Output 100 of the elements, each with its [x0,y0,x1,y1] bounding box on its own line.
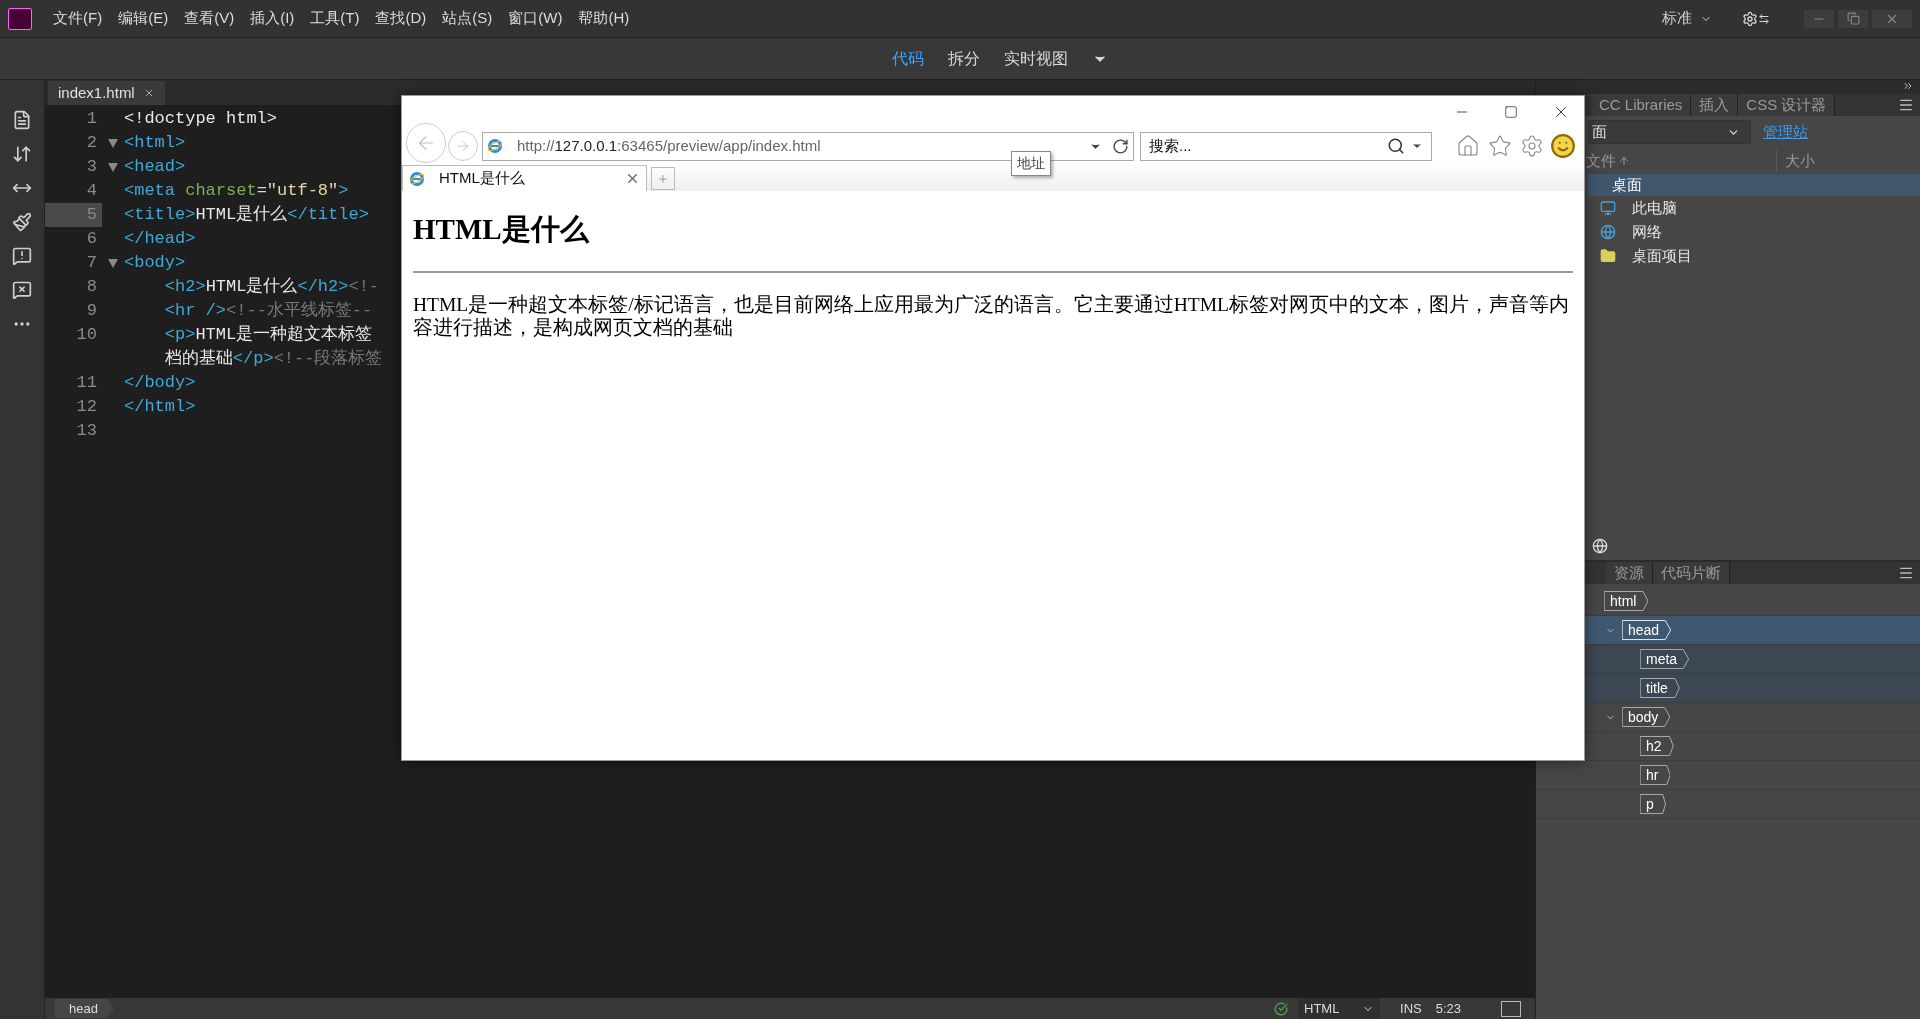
panel-tab[interactable]: CSS 设计器 [1738,94,1836,116]
line-number: 12 [76,396,97,419]
sync-settings-icon[interactable] [1742,10,1770,27]
search-icon[interactable] [1387,137,1405,155]
page-paragraph: HTML是一种超文本标签/标记语言，也是目前网络上应用最为广泛的语言。它主要通过HTML标签对网页中的文本，图片，声音等内容进行描述，是构成网页文档的基础 [413,293,1570,339]
menu-item[interactable]: 查找(D) [368,7,434,30]
tag-label[interactable]: p [1640,794,1666,814]
fold-arrow-icon[interactable] [108,138,118,148]
menu-item[interactable]: 插入(I) [243,7,302,30]
view-tab[interactable]: 拆分 [948,46,980,71]
file-icon[interactable] [12,110,32,130]
file-tree-item[interactable]: 桌面项目 [1632,244,1692,268]
menu-item[interactable]: 站点(S) [435,7,500,30]
tag-label[interactable]: meta [1640,649,1690,669]
code-line: </head> [124,228,196,251]
network-icon [1600,224,1616,240]
brush-icon[interactable] [12,212,32,232]
panel-tab[interactable]: 代码片断 [1653,562,1730,584]
view-tab[interactable]: 实时视图 [1004,46,1068,71]
refresh-icon[interactable] [1112,137,1129,155]
comment-icon[interactable] [12,246,32,266]
collapse-icon[interactable] [1902,80,1914,92]
sort-ascending-icon [1618,155,1630,167]
line-number: 10 [76,324,97,347]
menu-item[interactable]: 文件(F) [46,7,110,30]
sort-arrows-icon[interactable] [12,144,32,164]
document-tab[interactable]: index1.html [48,81,165,105]
close-icon[interactable] [625,171,640,186]
folder-icon [1600,248,1616,264]
language-dropdown[interactable]: HTML [1298,998,1380,1019]
breadcrumb-tag[interactable]: head [55,999,114,1018]
line-number: 2 [86,132,97,155]
code-line: <p>HTML是一种超文本标签 [163,324,373,347]
code-line: <head> [124,156,186,179]
browser-tab[interactable]: HTML是什么 [402,165,647,191]
line-number: 5 [86,204,97,227]
home-icon[interactable] [1456,134,1480,158]
cursor-position: 5:23 [1435,999,1461,1018]
tag-label[interactable]: html [1604,591,1649,611]
workspace-dropdown[interactable]: 标准 [1662,7,1712,30]
line-number: 7 [86,252,97,275]
check-icon [1274,1001,1288,1016]
code-line: <!doctype html> [124,108,278,131]
settings-icon[interactable] [1520,134,1544,158]
browser-logo-icon [409,170,425,187]
smiley-icon[interactable] [1550,133,1576,159]
fold-arrow-icon[interactable] [108,258,118,268]
view-tab[interactable]: 代码 [892,46,924,71]
code-line: <title>HTML是什么</title> [124,204,369,227]
panel-tab[interactable]: CC Libraries [1591,94,1692,116]
code-line: </body> [124,372,196,395]
code-line: <body> [124,252,186,275]
line-number: 1 [86,108,97,131]
tag-label[interactable]: body [1622,707,1671,727]
code-line: <meta charset="utf-8"> [124,180,349,203]
tag-label[interactable]: hr [1640,765,1671,785]
line-number: 6 [86,228,97,251]
tag-label[interactable]: h2 [1640,736,1674,756]
browser-logo-icon [487,138,503,154]
code-line: <hr /><!--水平线标签-- [163,300,373,323]
panel-tab[interactable]: 资源 [1606,562,1653,584]
menu-item[interactable]: 编辑(E) [111,7,176,30]
remove-comment-icon[interactable] [12,280,32,300]
tag-label[interactable]: title [1640,678,1680,698]
line-number: 3 [86,156,97,179]
file-tree-item[interactable]: 网络 [1632,220,1662,244]
computer-icon [1600,200,1616,216]
panel-tab[interactable]: 插入 [1691,94,1739,116]
code-line: </html> [124,396,196,419]
line-number: 8 [86,276,97,299]
insert-mode: INS [1400,999,1422,1018]
menu-item[interactable]: 查看(V) [177,7,242,30]
menu-item[interactable]: 帮助(H) [571,7,637,30]
restore-icon[interactable] [1838,9,1868,28]
line-number: 11 [76,372,97,395]
line-number: 13 [76,420,97,443]
tag-label[interactable]: head [1622,620,1672,640]
maximize-icon[interactable] [1504,105,1518,119]
plus-icon [657,172,669,185]
panel-menu-icon[interactable] [1898,97,1914,113]
fold-arrow-icon[interactable] [108,162,118,172]
panel-menu-icon[interactable] [1898,565,1914,581]
file-tree-item[interactable]: 此电脑 [1632,196,1677,220]
app-logo-icon [8,7,32,30]
line-number: 9 [86,300,97,323]
code-line: <h2>HTML是什么</h2><!- [163,276,380,299]
globe-icon[interactable] [1592,538,1608,554]
search-field[interactable]: 搜索... [1140,131,1432,161]
code-line: 档的基础</p><!--段落标签 [163,348,383,371]
code-line: <html> [124,132,186,155]
file-tree-item[interactable]: 桌面 [1588,174,1920,196]
menu-item[interactable]: 工具(T) [303,7,367,30]
menu-item[interactable]: 窗口(W) [501,7,570,30]
preview-icon[interactable] [1501,1000,1521,1017]
forward-arrow-icon [455,138,471,154]
page-heading: HTML是什么 [413,212,591,247]
star-icon[interactable] [1488,134,1512,158]
site-dropdown[interactable]: 面 [1588,120,1751,144]
line-number: 4 [86,180,97,203]
address-tooltip: 地址 [1011,151,1051,176]
